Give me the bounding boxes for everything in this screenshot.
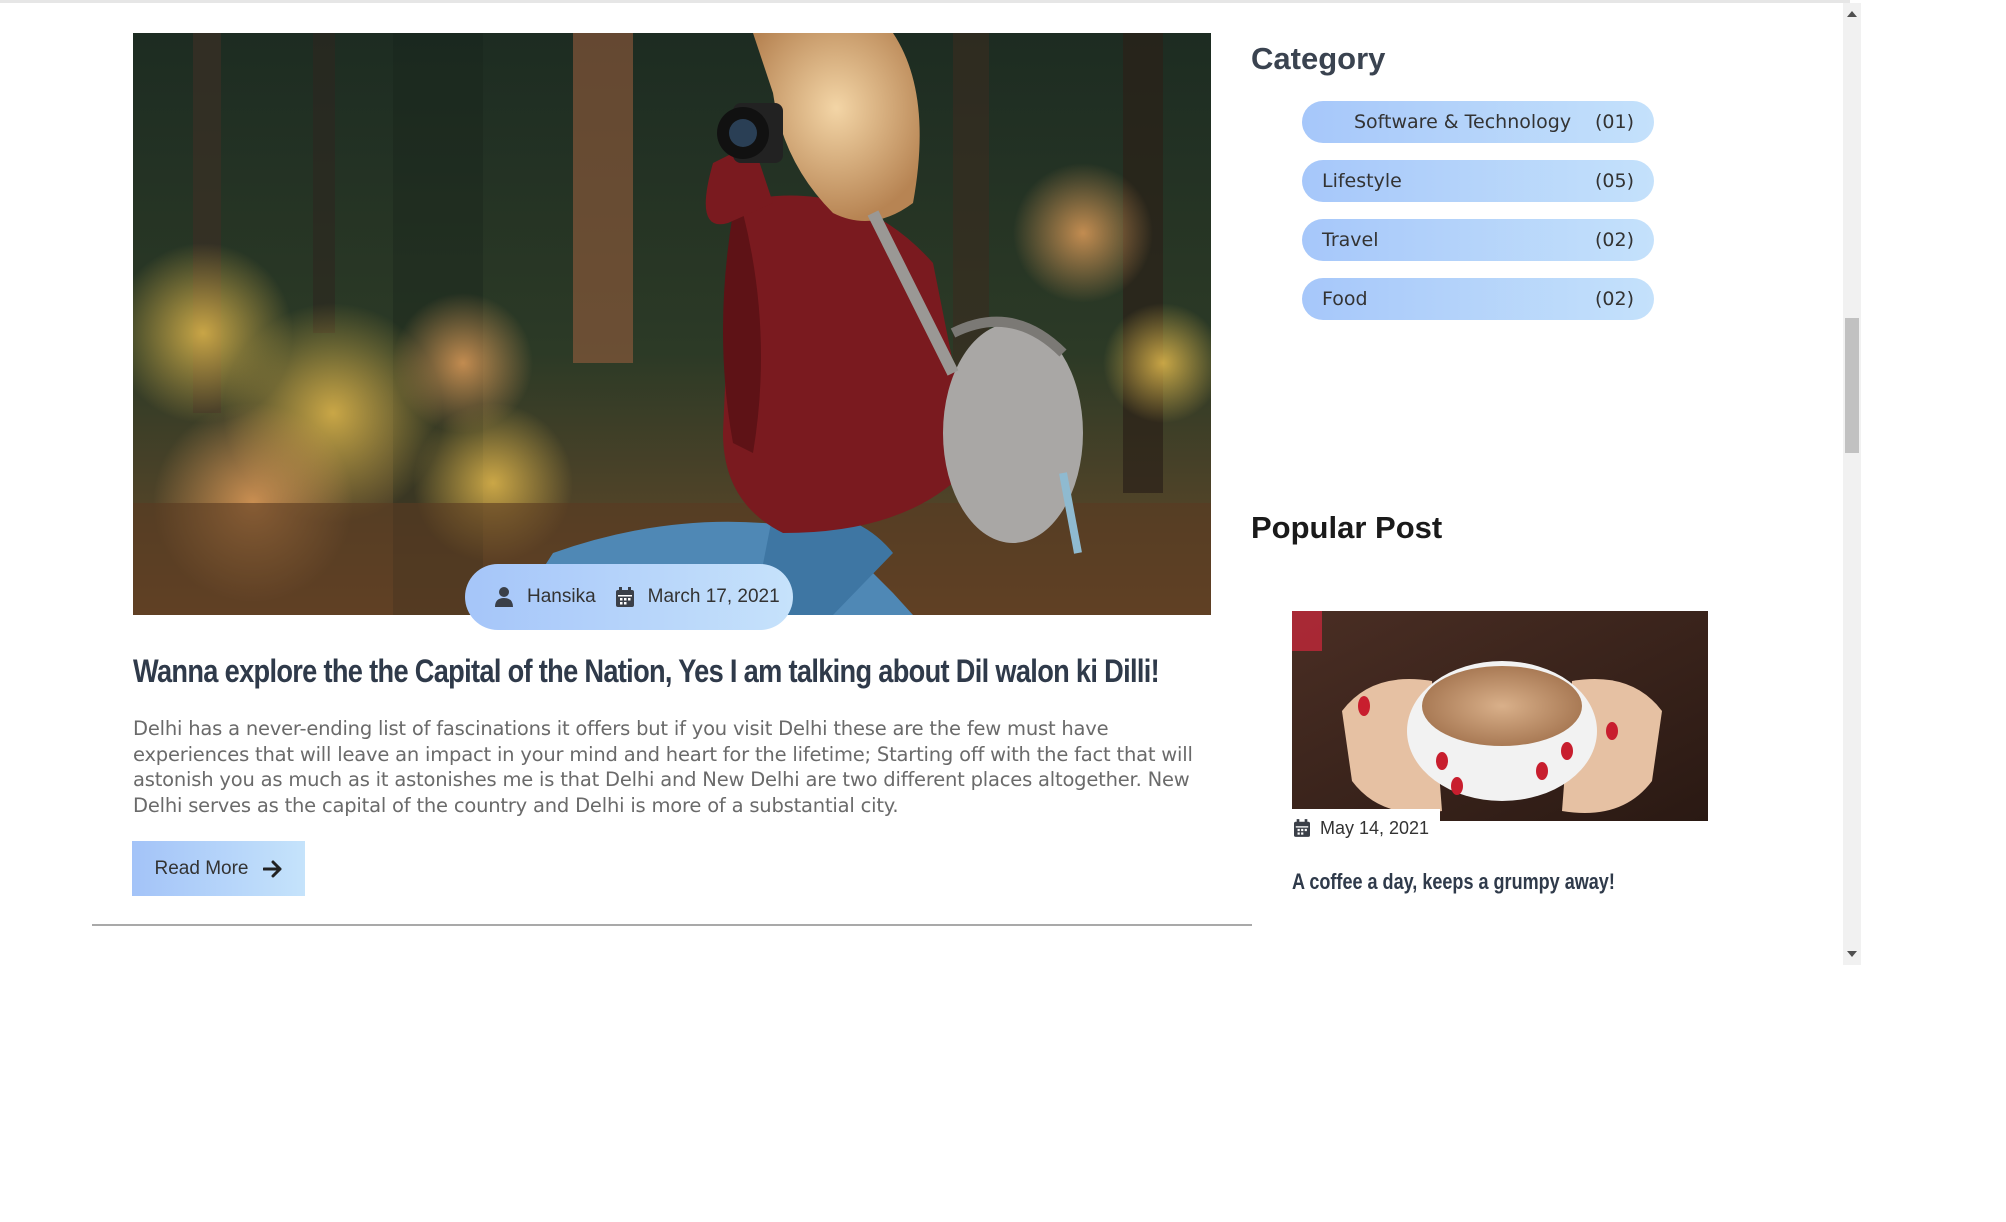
- category-item-food[interactable]: Food (02): [1302, 278, 1654, 320]
- category-item-lifestyle[interactable]: Lifestyle (05): [1302, 160, 1654, 202]
- calendar-icon: [615, 587, 634, 607]
- photographer-photo: [133, 33, 1211, 615]
- post-featured-image[interactable]: [133, 33, 1211, 615]
- coffee-photo: [1292, 611, 1708, 821]
- category-count: (02): [1594, 229, 1634, 251]
- popular-post-date: May 14, 2021: [1292, 809, 1440, 847]
- category-name: Travel: [1322, 229, 1379, 251]
- triangle-down-icon: [1847, 951, 1857, 957]
- read-more-label: Read More: [154, 857, 249, 879]
- category-name: Food: [1322, 288, 1368, 310]
- popular-post-date-text: May 14, 2021: [1320, 817, 1430, 838]
- read-more-button[interactable]: Read More: [132, 841, 305, 896]
- post-excerpt: Delhi has a never-ending list of fascina…: [133, 717, 1193, 817]
- popular-post-title[interactable]: A coffee a day, keeps a grumpy away!: [1292, 869, 1615, 895]
- category-heading: Category: [1251, 41, 1386, 76]
- scroll-down-button[interactable]: [1843, 943, 1861, 965]
- vertical-scrollbar[interactable]: [1843, 3, 1861, 965]
- category-count: (05): [1594, 170, 1634, 192]
- post-author[interactable]: Hansika: [495, 586, 596, 608]
- calendar-icon: [1294, 819, 1310, 837]
- category-count: (01): [1594, 111, 1634, 133]
- category-item-software-technology[interactable]: Software & Technology (01): [1302, 101, 1654, 143]
- triangle-up-icon: [1847, 11, 1857, 17]
- popular-post-heading: Popular Post: [1251, 510, 1443, 545]
- scrollbar-thumb[interactable]: [1845, 318, 1859, 453]
- post-divider: [92, 924, 1252, 926]
- post-author-name: Hansika: [527, 586, 596, 607]
- category-name: Software & Technology: [1354, 111, 1572, 133]
- user-icon: [495, 587, 513, 607]
- post-meta-pill: Hansika March 17, 2021: [465, 564, 793, 630]
- post-title[interactable]: Wanna explore the the Capital of the Nat…: [133, 653, 1160, 690]
- category-item-travel[interactable]: Travel (02): [1302, 219, 1654, 261]
- category-name: Lifestyle: [1322, 170, 1402, 192]
- arrow-right-icon: [262, 860, 281, 877]
- post-date-text: March 17, 2021: [647, 586, 780, 607]
- scroll-up-button[interactable]: [1843, 3, 1861, 25]
- category-count: (02): [1594, 288, 1634, 310]
- popular-post-image[interactable]: [1292, 611, 1708, 821]
- post-date[interactable]: March 17, 2021: [615, 586, 780, 608]
- page-viewport: Hansika March 17, 2021 Wanna explore the…: [0, 3, 1850, 968]
